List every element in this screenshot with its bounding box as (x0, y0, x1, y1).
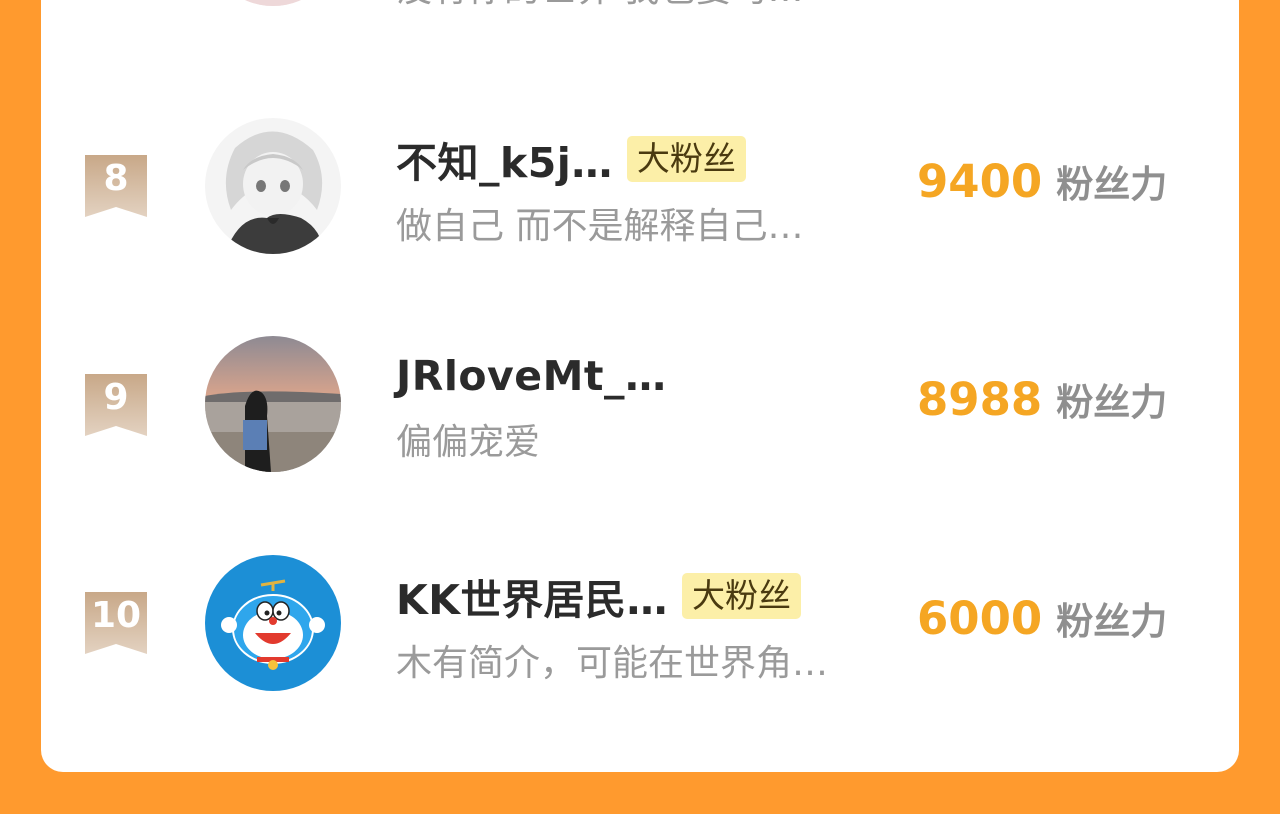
fan-level-tag: 大粉丝 (626, 136, 746, 182)
fan-level-tag: 大粉丝 (682, 573, 802, 619)
score-unit: 粉丝力 (1056, 381, 1168, 424)
rank-badge: 9 (85, 374, 147, 436)
fan-power-score: 8988 粉丝力 (917, 372, 1167, 426)
avatar-image (205, 0, 341, 6)
rank-badge: 8 (85, 155, 147, 217)
avatar[interactable] (205, 336, 341, 472)
username[interactable]: JRloveMt_… (396, 352, 666, 400)
rank-number: 8 (103, 158, 129, 199)
name-line: JRloveMt_… (396, 350, 666, 402)
beach-sunset-avatar (205, 336, 341, 472)
score-value: 6000 (917, 592, 1043, 645)
fan-power-score: 9400 粉丝力 (917, 154, 1167, 208)
name-line: 不知_k5j… 大粉丝 (396, 133, 746, 187)
fan-power-score: 6000 粉丝力 (917, 591, 1167, 645)
user-bio: 没有你的世界 我也要习… (396, 0, 803, 12)
rank-badge: 10 (85, 592, 147, 654)
rank-number: 9 (103, 377, 129, 418)
rank-number: 10 (90, 595, 142, 636)
ranking-row-partial[interactable]: 没有你的世界 我也要习… (41, 0, 1239, 30)
user-bio: 木有简介，可能在世界角… (396, 643, 829, 684)
avatar[interactable] (205, 555, 341, 691)
ranking-row[interactable]: 9 JRloveMt_… 偏偏宠爱 8988 粉丝力 (41, 328, 1239, 488)
username[interactable]: KK世界居民… (396, 566, 668, 626)
doraemon-avatar (205, 555, 341, 691)
score-value: 9400 (917, 155, 1043, 208)
user-bio: 偏偏宠爱 (396, 422, 541, 463)
ranking-row[interactable]: 10 KK世界居民… 大粉丝 木有简介，可能在世界角… 6000 粉丝力 (41, 547, 1239, 707)
user-bio: 做自己 而不是解释自己… (396, 206, 804, 247)
score-unit: 粉丝力 (1056, 163, 1168, 206)
ranking-row[interactable]: 8 不知_k5j… 大粉丝 做自己 而不是解释自己… 9400 粉丝力 (41, 110, 1239, 270)
fan-ranking-card: 没有你的世界 我也要习… 8 (41, 0, 1239, 772)
username[interactable]: 不知_k5j… (396, 129, 613, 189)
anime-girl-avatar (205, 118, 341, 254)
avatar[interactable] (205, 0, 341, 6)
name-line: KK世界居民… 大粉丝 (396, 570, 802, 624)
score-unit: 粉丝力 (1056, 600, 1168, 643)
score-value: 8988 (917, 373, 1043, 426)
avatar[interactable] (205, 118, 341, 254)
